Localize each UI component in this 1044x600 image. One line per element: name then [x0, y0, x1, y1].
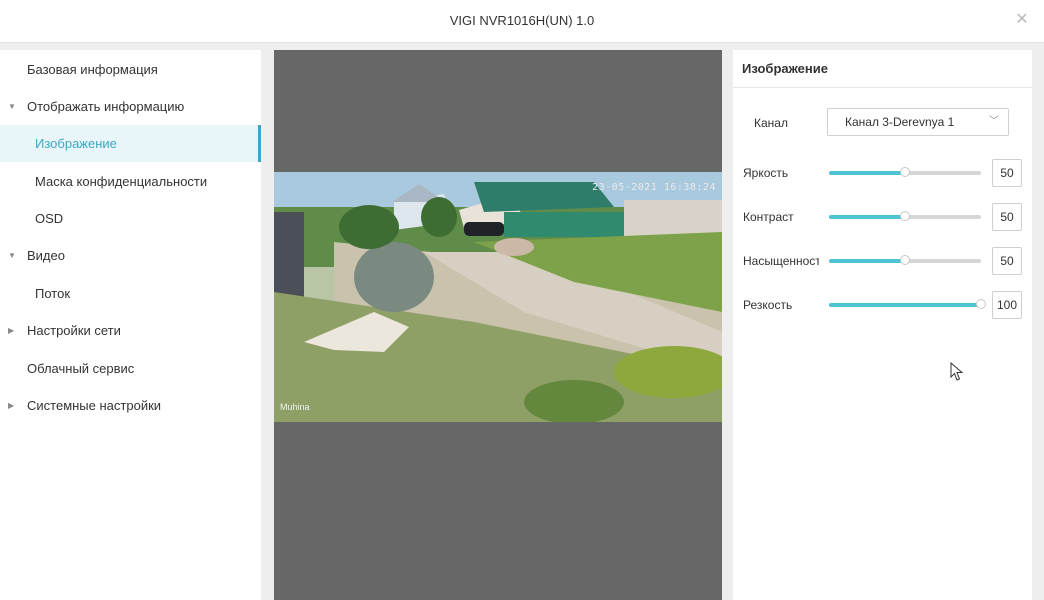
slider-handle[interactable]: [976, 299, 986, 309]
sharpness-label: Резкость: [743, 298, 793, 312]
contrast-value-input[interactable]: 50: [992, 203, 1022, 231]
channel-label: Канал: [754, 116, 788, 130]
caret-right-icon: ▶: [8, 326, 15, 335]
contrast-slider[interactable]: [829, 210, 981, 224]
caret-right-icon: ▶: [8, 401, 15, 410]
sidebar-item-label: Видео: [27, 248, 65, 263]
brightness-label: Яркость: [743, 166, 789, 180]
sidebar-item-osd[interactable]: OSD: [0, 200, 261, 237]
camera-preview-image: 23-05-2021 16:38:24 Muhina: [274, 172, 722, 422]
sidebar-item-label: Настройки сети: [27, 323, 121, 338]
saturation-label: Насыщенность: [743, 254, 819, 268]
osd-camera-name: Muhina: [280, 402, 310, 412]
slider-handle[interactable]: [900, 167, 910, 177]
sidebar-item-stream[interactable]: Поток: [0, 275, 261, 312]
caret-down-icon: ▼: [8, 102, 16, 111]
slider-fill: [829, 259, 905, 263]
sidebar-item-network-settings[interactable]: ▶ Настройки сети: [0, 312, 261, 349]
sidebar: Базовая информация ▼ Отображать информац…: [0, 50, 261, 600]
slider-fill: [829, 303, 981, 307]
sidebar-item-label: OSD: [35, 211, 64, 226]
slider-fill: [829, 215, 905, 219]
sidebar-item-system-settings[interactable]: ▶ Системные настройки: [0, 387, 261, 424]
camera-scene: [274, 172, 722, 422]
sidebar-item-cloud-service[interactable]: Облачный сервис: [0, 350, 261, 387]
sidebar-item-label: Маска конфиденциальности: [35, 174, 208, 189]
panel-title: Изображение: [733, 50, 1032, 88]
mouse-cursor-icon: [950, 362, 964, 381]
image-settings-panel: Изображение Канал Канал 3-Derevnya 1 ﹀ Я…: [733, 50, 1032, 600]
osd-timestamp: 23-05-2021 16:38:24: [592, 182, 716, 193]
sidebar-item-label: Облачный сервис: [27, 361, 135, 376]
sidebar-item-label: Поток: [35, 286, 71, 301]
slider-handle[interactable]: [900, 211, 910, 221]
brightness-value-input[interactable]: 50: [992, 159, 1022, 187]
close-icon[interactable]: ✕: [1012, 10, 1032, 30]
brightness-slider[interactable]: [829, 166, 981, 180]
channel-select-value: Канал 3-Derevnya 1: [845, 115, 955, 129]
sidebar-item-image[interactable]: Изображение: [0, 125, 261, 162]
sharpness-slider[interactable]: [829, 298, 986, 312]
sidebar-item-video[interactable]: ▼ Видео: [0, 237, 261, 274]
sidebar-item-basic-info[interactable]: Базовая информация: [0, 51, 261, 88]
sidebar-item-label: Изображение: [35, 136, 117, 151]
sidebar-item-display-info[interactable]: ▼ Отображать информацию: [0, 88, 261, 125]
contrast-label: Контраст: [743, 210, 794, 224]
slider-handle[interactable]: [900, 255, 910, 265]
saturation-slider[interactable]: [829, 254, 981, 268]
sidebar-item-label: Отображать информацию: [27, 99, 185, 114]
sidebar-item-privacy-mask[interactable]: Маска конфиденциальности: [0, 163, 261, 200]
video-preview-area: 23-05-2021 16:38:24 Muhina: [274, 50, 722, 600]
window-title: VIGI NVR1016H(UN) 1.0: [449, 13, 595, 28]
caret-down-icon: ▼: [8, 251, 16, 260]
title-bar: VIGI NVR1016H(UN) 1.0 ✕: [0, 0, 1044, 43]
channel-select[interactable]: Канал 3-Derevnya 1 ﹀: [827, 108, 1009, 136]
sharpness-value-input[interactable]: 100: [992, 291, 1022, 319]
slider-fill: [829, 171, 905, 175]
sidebar-item-label: Базовая информация: [27, 62, 158, 77]
sidebar-item-label: Системные настройки: [27, 398, 162, 413]
saturation-value-input[interactable]: 50: [992, 247, 1022, 275]
chevron-down-icon: ﹀: [989, 116, 999, 127]
